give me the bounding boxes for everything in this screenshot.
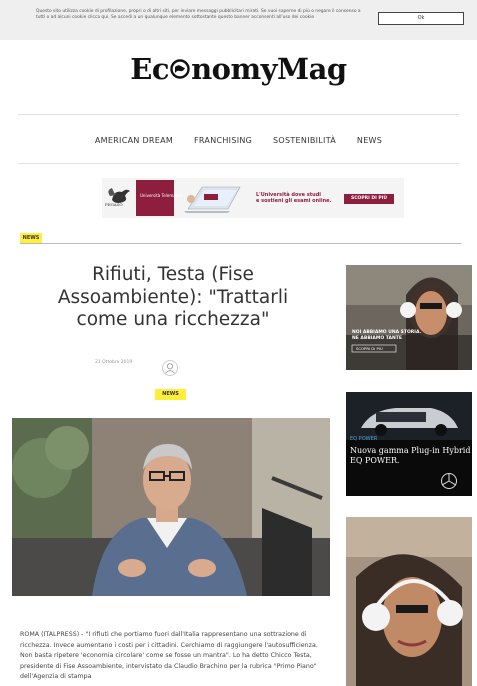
article-tag-news[interactable]: NEWS	[155, 389, 186, 400]
university-label: Università Telematica	[140, 193, 184, 198]
nav-item-sostenibilita[interactable]: SOSTENIBILITÀ	[273, 136, 336, 145]
ad1-caption-2: NE ABBIAMO TANTE	[352, 335, 402, 341]
section-tag-news[interactable]: NEWS	[20, 233, 42, 243]
ad1-link: SCOPRI DI PIÙ	[356, 346, 383, 351]
nav-item-american-dream[interactable]: AMERICAN DREAM	[95, 136, 173, 145]
pegaso-banner-ad[interactable]: PEGASO Università Telematica L'Universit…	[102, 178, 404, 218]
article-date: 21 Ottobre 2019	[95, 360, 133, 365]
pegaso-brand: PEGASO	[105, 202, 123, 207]
article-hero-image	[12, 418, 330, 596]
banner-headline-line-2: e sostieni gli esami online.	[256, 198, 332, 204]
article-body: ROMA (ITALPRESS) - "I rifiuti che portia…	[20, 631, 318, 680]
nav-divider-top	[18, 114, 459, 115]
globe-icon	[170, 59, 190, 79]
ad2-line-2: EQ POWER.	[350, 456, 400, 465]
university-block	[136, 180, 174, 216]
nav-item-news[interactable]: NEWS	[357, 136, 382, 145]
cookie-banner: Questo sito utilizza cookie di profilazi…	[0, 0, 477, 40]
main-nav: AMERICAN DREAM FRANCHISING SOSTENIBILITÀ…	[0, 136, 477, 145]
author-avatar-icon[interactable]	[162, 360, 178, 376]
cookie-text: Questo sito utilizza cookie di profilazi…	[36, 9, 361, 20]
car-image	[346, 392, 472, 440]
ad2-brand: EQ POWER	[350, 436, 378, 442]
laptop-image	[184, 186, 241, 213]
ad2-line-1: Nuova gamma Plug-in Hybrid	[350, 446, 471, 455]
logo-text-end: nomyMag	[191, 52, 347, 86]
ad1-caption: NOI ABBIAMO UNA STORIA.	[352, 329, 422, 335]
sidebar-ad-headphones[interactable]: NOI ABBIAMO UNA STORIA. NE ABBIAMO TANTE…	[346, 265, 472, 370]
article-title: Rifiuti, Testa (Fise Assoambiente): "Tra…	[57, 264, 289, 330]
banner-cta-button[interactable]: SCOPRI DI PIÙ	[344, 194, 394, 204]
site-logo[interactable]: Ec nomyMag	[0, 52, 477, 86]
mercedes-star-icon	[441, 473, 457, 489]
cookie-ok-button[interactable]: Ok	[378, 12, 464, 25]
logo-text-start: Ec	[130, 52, 170, 86]
banner-headline: L'Università dove studi e sostieni gli e…	[256, 192, 331, 204]
pegaso-horse-icon	[108, 188, 130, 203]
section-divider	[20, 243, 461, 244]
ad2-headline: Nuova gamma Plug-in Hybrid EQ POWER.	[350, 446, 470, 466]
sidebar-ad-headphones-large[interactable]	[346, 517, 472, 686]
sidebar-ad-mercedes[interactable]: EQ POWER Nuova gamma Plug-in Hybrid EQ P…	[346, 392, 472, 496]
nav-divider-bottom	[18, 163, 459, 164]
nav-item-franchising[interactable]: FRANCHISING	[194, 136, 252, 145]
